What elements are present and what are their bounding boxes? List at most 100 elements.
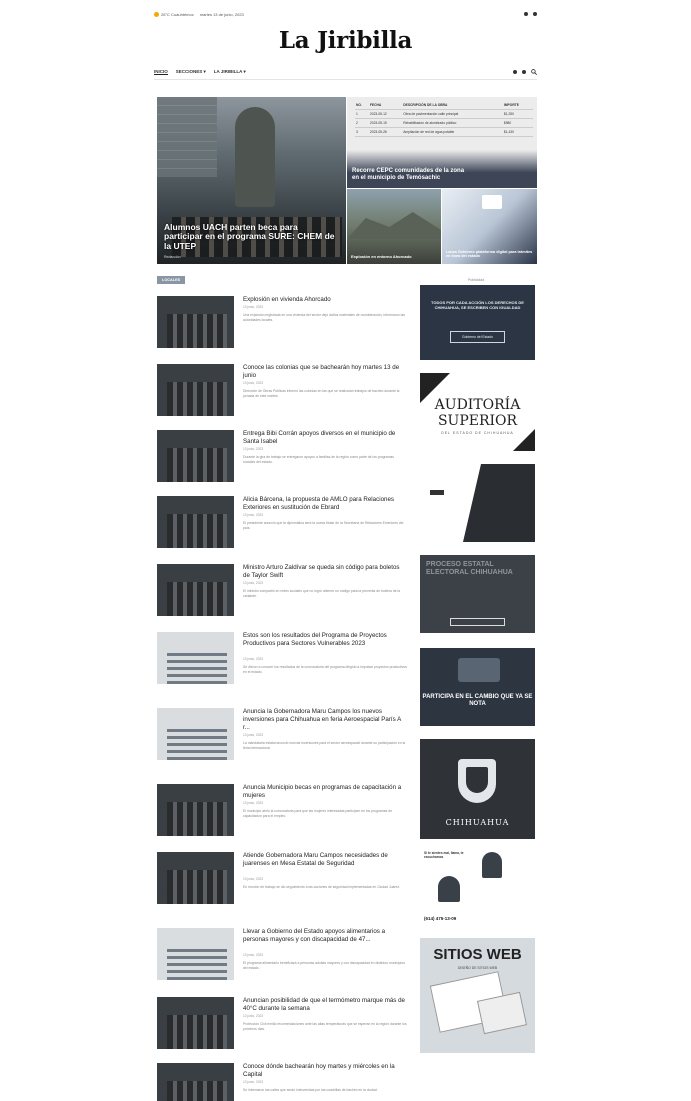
facebook-icon[interactable] <box>524 12 528 16</box>
table-header: DESCRIPCIÓN DE LA OBRA <box>402 101 503 110</box>
article-date: 13 junio, 2023 <box>243 381 264 385</box>
hero-featured-author: Redacción <box>164 255 181 259</box>
ad-logo <box>430 490 444 495</box>
article-thumbnail[interactable] <box>157 784 234 836</box>
article-excerpt: Durante la gira de trabajo se entregaron… <box>243 455 394 464</box>
article-excerpt: Una explosión registrada en una vivienda… <box>243 313 405 322</box>
facebook-icon[interactable] <box>513 69 517 74</box>
nav-item-secciones[interactable]: SECCIONES ▾ <box>176 69 206 75</box>
table-cell: 2023-05-19 <box>368 118 403 128</box>
ad-phone: (614) 475-13-09 <box>424 916 457 921</box>
ad-banner-sitios-web[interactable]: SITIOS WEB DISEÑO DE SITIOS WEB <box>420 938 535 1053</box>
article-thumbnail[interactable] <box>157 997 234 1049</box>
ad-banner-igualdad[interactable]: TODOS POR CADA ACCIÓN LOS DERECHOS DE CH… <box>420 285 535 360</box>
article-excerpt: El ministro compartió en redes sociales … <box>243 589 401 598</box>
article-title[interactable]: Estos son los resultados del Programa de… <box>243 632 407 648</box>
page: 26°C Cuauhtémoc martes 13 de junio, 2023… <box>0 0 691 1101</box>
article-excerpt: El municipio abrió la convocatoria para … <box>243 809 393 818</box>
list-item[interactable]: Anuncia la Gobernadora Maru Campos los n… <box>157 708 407 772</box>
list-item[interactable]: Ministro Arturo Zaldívar se queda sin có… <box>157 564 407 620</box>
list-item[interactable]: Llevar a Gobierno del Estado apoyos alim… <box>157 928 407 992</box>
article-excerpt: Protección Civil emitió recomendaciones … <box>243 1022 407 1031</box>
list-item[interactable]: Entrega Bibi Corrán apoyos diversos en e… <box>157 430 407 486</box>
article-title[interactable]: Ministro Arturo Zaldívar se queda sin có… <box>243 564 407 580</box>
article-thumbnail[interactable] <box>157 1063 234 1101</box>
twitter-icon[interactable] <box>522 69 526 74</box>
hero-secondary-title[interactable]: Recorre CEPC comunidades de la zona en e… <box>352 168 472 182</box>
hero-small-title-left[interactable]: Explosión en entorno Ahorcado <box>351 254 437 259</box>
article-thumbnail[interactable] <box>157 496 234 548</box>
hero-featured-title[interactable]: Alumnos UACH parten beca para participar… <box>164 222 338 252</box>
article-date: 13 junio, 2023 <box>243 581 264 585</box>
article-title[interactable]: Entrega Bibi Corrán apoyos diversos en e… <box>243 430 407 446</box>
ad-text: PARTICIPA EN EL CAMBIO QUE YA SE NOTA <box>422 694 533 708</box>
list-item[interactable]: Atiende Gobernadora Maru Campos necesida… <box>157 852 407 916</box>
twitter-icon[interactable] <box>533 12 537 16</box>
article-thumbnail[interactable] <box>157 852 234 904</box>
article-title[interactable]: Alicia Bárcena, la propuesta de AMLO par… <box>243 496 407 512</box>
nav-item-inicio[interactable]: INICIO <box>154 69 168 75</box>
site-logo[interactable]: La Jiribilla <box>154 27 537 57</box>
hero-featured-article[interactable]: Alumnos UACH parten beca para participar… <box>157 97 346 264</box>
ad-banner-participa[interactable]: PARTICIPA EN EL CAMBIO QUE YA SE NOTA <box>420 648 535 726</box>
article-thumbnail[interactable] <box>157 564 234 616</box>
article-excerpt: Se dieron a conocer los resultados de la… <box>243 665 407 674</box>
list-item[interactable]: Anuncian posibilidad de que el termómetr… <box>157 997 407 1053</box>
list-item[interactable]: Conoce las colonias que se bachearán hoy… <box>157 364 407 420</box>
hero-small-article-right[interactable]: Lanza Gobierno plataforma digital para t… <box>442 189 537 264</box>
ad-text: TODOS POR CADA ACCIÓN LOS DERECHOS DE CH… <box>431 300 524 311</box>
list-item[interactable]: Anuncia Municipio becas en programas de … <box>157 784 407 840</box>
shield-icon <box>458 759 496 803</box>
article-thumbnail[interactable] <box>157 296 234 348</box>
current-date: martes 13 de junio, 2023 <box>199 11 244 17</box>
article-excerpt: El presidente anunció que la diplomática… <box>243 521 404 530</box>
article-date: 13 junio, 2023 <box>243 447 264 451</box>
article-thumbnail[interactable] <box>157 430 234 482</box>
article-date: 13 junio, 2023 <box>243 1014 264 1018</box>
ad-banner-auditoria[interactable]: AUDITORÍA SUPERIOR DEL ESTADO DE CHIHUAH… <box>420 373 535 451</box>
list-item[interactable]: Alicia Bárcena, la propuesta de AMLO par… <box>157 496 407 552</box>
hero-small-title-right[interactable]: Lanza Gobierno plataforma digital para t… <box>446 250 533 259</box>
main-navigation: INICIO SECCIONES ▾ LA JIRIBILLA ▾ <box>154 64 537 80</box>
ad-logo: Gobierno del Estado <box>450 331 505 343</box>
table-header: NO. <box>355 101 369 110</box>
article-thumbnail[interactable] <box>157 708 234 760</box>
table-row: 3 2023-05-26 Ampliación de red de agua p… <box>355 127 533 137</box>
article-title[interactable]: Anuncian posibilidad de que el termómetr… <box>243 997 407 1013</box>
weather-text: 26°C Cuauhtémoc <box>161 11 194 17</box>
hero-small-article-left[interactable]: Explosión en entorno Ahorcado <box>347 189 441 264</box>
person-icon <box>482 852 502 878</box>
search-icon[interactable] <box>531 68 537 75</box>
article-title[interactable]: Anuncia Municipio becas en programas de … <box>243 784 407 800</box>
article-title[interactable]: Llevar a Gobierno del Estado apoyos alim… <box>243 928 407 944</box>
article-date: 13 junio, 2023 <box>243 733 264 737</box>
ad-banner-electoral[interactable]: PROCESO ESTATAL ELECTORAL CHIHUAHUA <box>420 555 535 633</box>
article-thumbnail[interactable] <box>157 928 234 980</box>
list-item[interactable]: Estos son los resultados del Programa de… <box>157 632 407 696</box>
section-tag-locales[interactable]: LOCALES <box>157 276 186 284</box>
nav-item-la-jiribilla[interactable]: LA JIRIBILLA ▾ <box>214 69 246 75</box>
list-item[interactable]: Explosión en vivienda Ahorcado 13 junio,… <box>157 296 407 352</box>
ads-label: Publicidad <box>468 278 485 282</box>
ad-banner-chihuahua[interactable]: CHIHUAHUA <box>420 739 535 839</box>
article-excerpt: Se informaron las calles que serán inter… <box>243 1088 378 1092</box>
article-title[interactable]: Atiende Gobernadora Maru Campos necesida… <box>243 852 407 868</box>
hero-secondary-article[interactable]: NO. FECHA DESCRIPCIÓN DE LA OBRA IMPORTE… <box>347 97 537 188</box>
article-title[interactable]: Conoce las colonias que se bachearán hoy… <box>243 364 407 380</box>
article-title[interactable]: Explosión en vivienda Ahorcado <box>243 296 407 304</box>
ad-text: PROCESO ESTATAL ELECTORAL CHIHUAHUA <box>426 561 513 576</box>
article-title[interactable]: Anuncia la Gobernadora Maru Campos los n… <box>243 708 407 731</box>
table-header: IMPORTE <box>502 101 533 110</box>
ad-text: Si te sientes mal, llama, te escuchamos <box>424 851 464 859</box>
article-thumbnail[interactable] <box>157 632 234 684</box>
ad-banner-dark[interactable] <box>420 464 535 542</box>
table-cell: $980 <box>502 118 533 128</box>
table-header: FECHA <box>368 101 403 110</box>
list-item[interactable]: Conoce dónde bachearán hoy martes y miér… <box>157 1063 407 1101</box>
table-cell: Obra de pavimentación calle principal <box>402 109 503 119</box>
article-thumbnail[interactable] <box>157 364 234 416</box>
article-date: 13 junio, 2023 <box>243 305 264 309</box>
article-title[interactable]: Conoce dónde bachearán hoy martes y miér… <box>243 1063 407 1079</box>
ad-banner-helpline[interactable]: Si te sientes mal, llama, te escuchamos … <box>420 850 535 925</box>
table-cell: Ampliación de red de agua potable <box>402 127 503 137</box>
